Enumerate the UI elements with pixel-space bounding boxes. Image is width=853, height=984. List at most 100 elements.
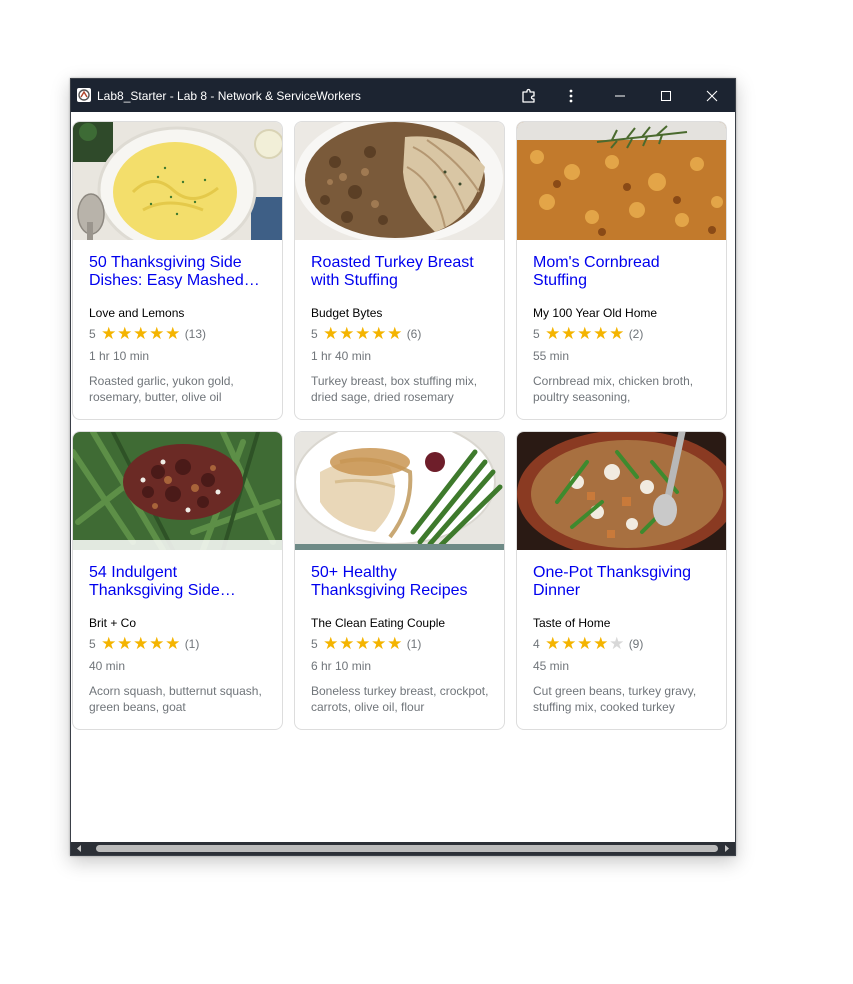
recipe-card[interactable]: Roasted Turkey Breast with Stuffing Budg… xyxy=(294,121,505,420)
star-rating: ★ ★ ★ ★ ★ xyxy=(323,325,403,343)
horizontal-scrollbar[interactable] xyxy=(71,842,735,855)
recipe-image-green-beans[interactable] xyxy=(73,432,282,550)
recipe-title-link[interactable]: 54 Indulgent Thanksgiving Side… xyxy=(89,564,269,600)
star-rating: ★ ★ ★ ★ ★ xyxy=(101,635,181,653)
page-content: 50 Thanksgiving Side Dishes: Easy Mashed… xyxy=(71,112,735,842)
recipe-title-link[interactable]: Mom's Cornbread Stuffing xyxy=(533,254,713,290)
star-filled-icon: ★ xyxy=(593,634,609,654)
extensions-button[interactable] xyxy=(509,79,549,112)
star-rating: ★ ★ ★ ★ ★ xyxy=(545,325,625,343)
rating-value: 5 xyxy=(533,327,540,341)
ingredients: Cornbread mix, chicken broth, poultry se… xyxy=(533,374,694,404)
ingredients: Roasted garlic, yukon gold, rosemary, bu… xyxy=(89,374,234,404)
recipe-card[interactable]: Mom's Cornbread Stuffing My 100 Year Old… xyxy=(516,121,727,420)
star-filled-icon: ★ xyxy=(577,634,593,654)
cook-time: 40 min xyxy=(89,659,126,673)
star-filled-icon: ★ xyxy=(149,634,165,654)
star-filled-icon: ★ xyxy=(387,634,403,654)
scroll-right-arrow-icon[interactable] xyxy=(722,844,731,853)
star-filled-icon: ★ xyxy=(133,324,149,344)
review-count: (2) xyxy=(628,327,644,341)
star-rating: ★ ★ ★ ★ ★ xyxy=(545,635,625,653)
recipe-title-line1: 50 Thanksgiving Side xyxy=(89,254,242,271)
recipe-image-turkey-stuffing[interactable] xyxy=(295,122,504,240)
window-title: Lab8_Starter - Lab 8 - Network & Service… xyxy=(97,89,361,103)
recipe-card[interactable]: 50 Thanksgiving Side Dishes: Easy Mashed… xyxy=(72,121,283,420)
puzzle-icon xyxy=(521,88,537,104)
star-filled-icon: ★ xyxy=(339,324,355,344)
menu-button[interactable] xyxy=(551,79,591,112)
recipe-title-link[interactable]: 50 Thanksgiving Side Dishes: Easy Mashed… xyxy=(89,254,269,290)
maximize-button[interactable] xyxy=(646,79,686,112)
star-filled-icon: ★ xyxy=(371,634,387,654)
star-filled-icon: ★ xyxy=(339,634,355,654)
cook-time: 1 hr 10 min xyxy=(89,349,150,363)
star-filled-icon: ★ xyxy=(165,324,181,344)
star-rating: ★ ★ ★ ★ ★ xyxy=(101,325,181,343)
recipe-title-line1: Roasted Turkey Breast xyxy=(311,254,474,271)
recipe-image-cornbread-stuffing[interactable] xyxy=(517,122,726,240)
recipe-title-line2: Thanksgiving Recipes xyxy=(311,582,468,599)
rating: 5 ★ ★ ★ ★ ★ (1) xyxy=(89,635,199,653)
cook-time: 1 hr 40 min xyxy=(311,349,372,363)
star-filled-icon: ★ xyxy=(545,324,561,344)
rating: 4 ★ ★ ★ ★ ★ (9) xyxy=(533,635,643,653)
star-rating: ★ ★ ★ ★ ★ xyxy=(323,635,403,653)
scroll-left-arrow-icon[interactable] xyxy=(75,844,84,853)
recipe-image-one-pot-dinner[interactable] xyxy=(517,432,726,550)
close-button[interactable] xyxy=(692,79,732,112)
rating: 5 ★ ★ ★ ★ ★ (2) xyxy=(533,325,643,343)
star-empty-icon: ★ xyxy=(609,634,625,654)
review-count: (13) xyxy=(184,327,207,341)
rating-value: 5 xyxy=(89,637,96,651)
recipe-author: Budget Bytes xyxy=(311,306,383,320)
star-filled-icon: ★ xyxy=(609,324,625,344)
recipe-image-mashed-potatoes[interactable] xyxy=(73,122,282,240)
title-bar[interactable]: Lab8_Starter - Lab 8 - Network & Service… xyxy=(71,79,735,112)
recipe-author: The Clean Eating Couple xyxy=(311,616,446,630)
rating-value: 5 xyxy=(89,327,96,341)
ingredients: Boneless turkey breast, crockpot, carrot… xyxy=(311,684,489,714)
ingredients: Acorn squash, butternut squash, green be… xyxy=(89,684,262,714)
cook-time: 6 hr 10 min xyxy=(311,659,372,673)
review-count: (1) xyxy=(184,637,200,651)
star-filled-icon: ★ xyxy=(117,634,133,654)
minimize-button[interactable] xyxy=(600,79,640,112)
recipe-title-line2: Dinner xyxy=(533,582,581,599)
review-count: (9) xyxy=(628,637,644,651)
recipe-title-line2: Stuffing xyxy=(533,272,587,289)
recipe-title-link[interactable]: One-Pot Thanksgiving Dinner xyxy=(533,564,713,600)
recipe-title-line2: Thanksgiving Side… xyxy=(89,582,236,599)
recipe-author: Brit + Co xyxy=(89,616,137,630)
star-filled-icon: ★ xyxy=(355,634,371,654)
recipe-author: Love and Lemons xyxy=(89,306,185,320)
star-filled-icon: ★ xyxy=(101,324,117,344)
recipe-card[interactable]: One-Pot Thanksgiving Dinner Taste of Hom… xyxy=(516,431,727,730)
ingredients: Cut green beans, turkey gravy, stuffing … xyxy=(533,684,697,714)
star-filled-icon: ★ xyxy=(101,634,117,654)
star-filled-icon: ★ xyxy=(355,324,371,344)
recipe-author: Taste of Home xyxy=(533,616,611,630)
recipe-title-line1: Mom's Cornbread xyxy=(533,254,660,271)
rating-value: 5 xyxy=(311,327,318,341)
recipe-title-link[interactable]: 50+ Healthy Thanksgiving Recipes xyxy=(311,564,491,600)
star-filled-icon: ★ xyxy=(545,634,561,654)
recipe-title-link[interactable]: Roasted Turkey Breast with Stuffing xyxy=(311,254,491,290)
scrollbar-thumb[interactable] xyxy=(96,845,718,852)
star-filled-icon: ★ xyxy=(117,324,133,344)
rating: 5 ★ ★ ★ ★ ★ (13) xyxy=(89,325,206,343)
star-filled-icon: ★ xyxy=(387,324,403,344)
rating: 5 ★ ★ ★ ★ ★ (6) xyxy=(311,325,421,343)
recipe-card[interactable]: 50+ Healthy Thanksgiving Recipes The Cle… xyxy=(294,431,505,730)
rating-value: 5 xyxy=(311,637,318,651)
minimize-icon xyxy=(614,90,626,102)
star-filled-icon: ★ xyxy=(323,634,339,654)
star-filled-icon: ★ xyxy=(165,634,181,654)
recipe-title-line1: One-Pot Thanksgiving xyxy=(533,564,692,581)
recipe-card[interactable]: 54 Indulgent Thanksgiving Side… Brit + C… xyxy=(72,431,283,730)
recipe-grid: 50 Thanksgiving Side Dishes: Easy Mashed… xyxy=(72,121,727,730)
app-icon xyxy=(77,88,91,102)
star-filled-icon: ★ xyxy=(577,324,593,344)
review-count: (1) xyxy=(406,637,422,651)
recipe-image-turkey-plate[interactable] xyxy=(295,432,504,550)
